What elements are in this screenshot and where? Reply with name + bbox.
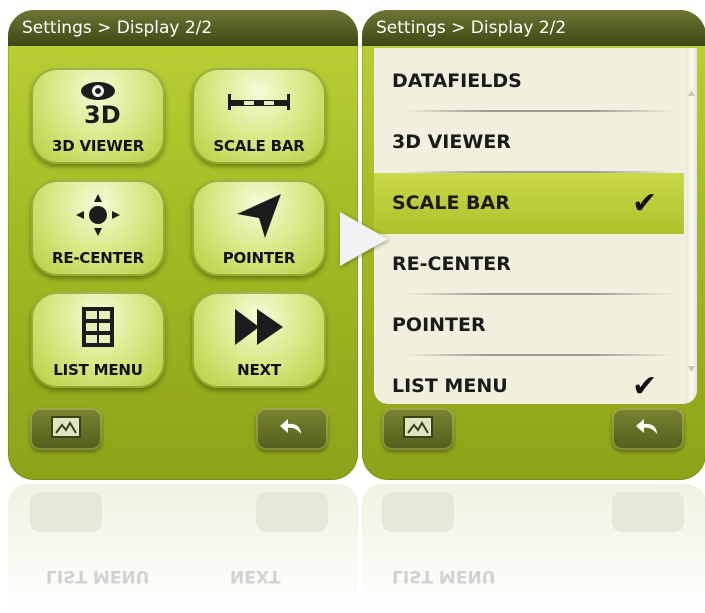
reflected-button [612,492,684,532]
map-view-icon [403,416,433,442]
list-item-label: DATAFIELDS [392,70,522,92]
scrollbar[interactable] [686,48,697,404]
list-item-list-menu[interactable]: LIST MENU ✔ [374,356,684,404]
map-view-button[interactable] [30,408,102,450]
tile-label: LIST MENU [53,361,143,379]
left-panel-reflection: LIST MENU NEXT [8,484,358,613]
scale-bar-icon [192,78,326,128]
3d-viewer-button[interactable]: 3D 3D VIEWER [31,68,165,164]
checkmark-icon: ✔ [632,369,658,404]
list-item-re-center[interactable]: RE-CENTER [374,234,684,295]
list-item-scale-bar[interactable]: SCALE BAR ✔ [374,173,684,234]
scale-bar-button[interactable]: SCALE BAR [192,68,326,164]
right-arrow-icon [340,212,388,266]
svg-text:3D: 3D [84,101,121,129]
reflected-button [256,492,328,532]
list-item-label: RE-CENTER [392,253,511,275]
list-item-datafields[interactable]: DATAFIELDS [374,51,684,112]
panel-title: Settings > Display 2/2 [362,10,705,46]
reflected-label: LIST MENU [46,566,150,586]
back-button[interactable] [256,408,328,450]
re-center-button[interactable]: RE-CENTER [31,180,165,276]
back-arrow-icon [633,416,663,442]
map-view-icon [51,416,81,442]
scrollbar-arrows [688,90,695,372]
panel-title: Settings > Display 2/2 [8,10,358,46]
pointer-button[interactable]: POINTER [192,180,326,276]
map-view-button[interactable] [382,408,454,450]
tile-label: POINTER [222,249,296,267]
list-menu-button[interactable]: LIST MENU [31,292,165,388]
3d-eye-icon: 3D [31,78,165,129]
list-item-pointer[interactable]: POINTER [374,295,684,356]
tile-label: 3D VIEWER [51,137,145,155]
reflected-label: LIST MENU [392,566,496,586]
right-panel-reflection: LIST MENU [362,484,705,613]
fast-forward-icon [192,302,326,352]
reflected-button [30,492,102,532]
back-button[interactable] [612,408,684,450]
recenter-icon [31,190,165,240]
list-item-label: SCALE BAR [392,192,510,214]
checkmark-icon: ✔ [632,186,658,221]
tile-label: NEXT [237,361,281,379]
list-item-label: 3D VIEWER [392,131,511,153]
back-arrow-icon [277,416,307,442]
list-item-label: POINTER [392,314,486,336]
display-settings-list-panel: Settings > Display 2/2 DATAFIELDS 3D VIE… [362,10,705,480]
list-item-3d-viewer[interactable]: 3D VIEWER [374,112,684,173]
pointer-arrow-icon [192,190,326,240]
tile-label: RE-CENTER [51,249,145,267]
reflected-button [382,492,454,532]
settings-list[interactable]: DATAFIELDS 3D VIEWER SCALE BAR ✔ RE-CENT… [374,48,697,404]
grid-list-icon [31,302,165,352]
list-item-label: LIST MENU [392,375,508,397]
tile-label: SCALE BAR [213,137,305,155]
next-button[interactable]: NEXT [192,292,326,388]
reflected-label: NEXT [230,566,281,586]
display-settings-icon-panel: Settings > Display 2/2 3D 3D VIEWER SCAL… [8,10,358,480]
